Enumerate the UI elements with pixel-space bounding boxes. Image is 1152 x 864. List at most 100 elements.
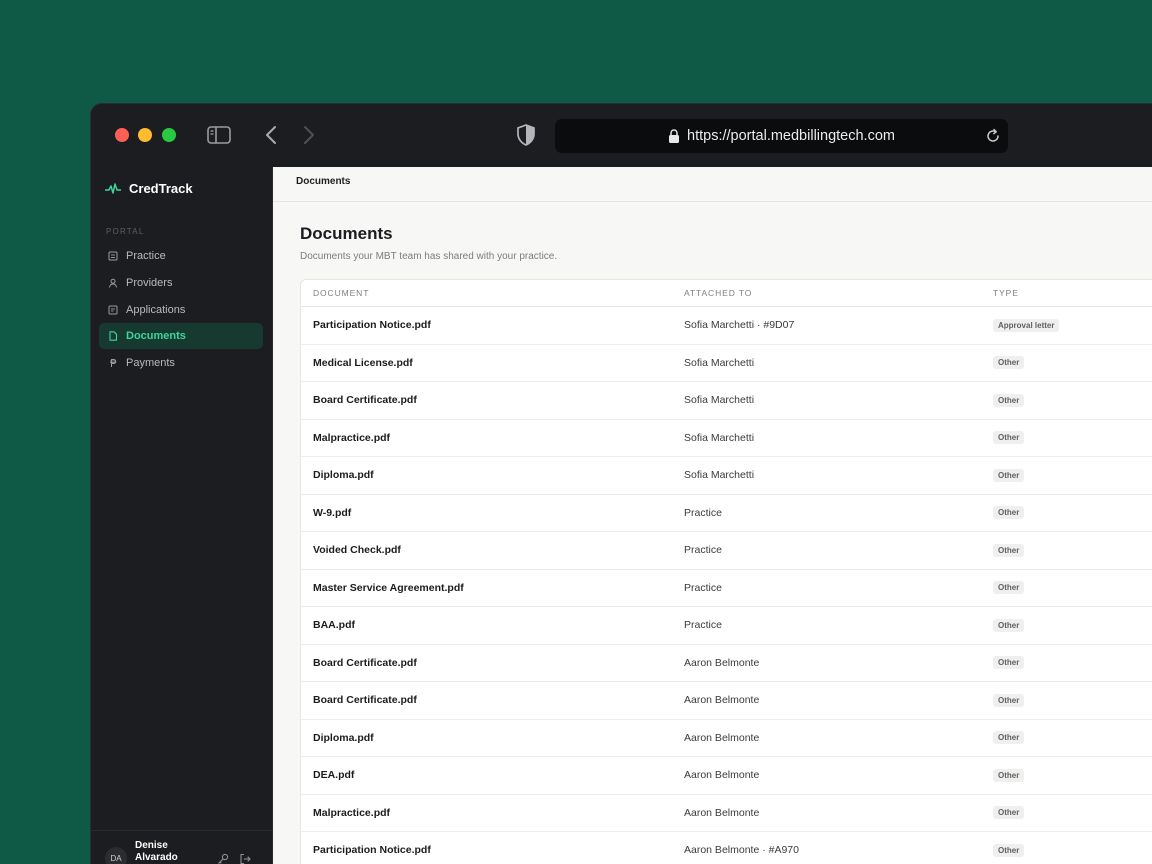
- document-name[interactable]: Medical License.pdf: [301, 357, 671, 369]
- document-name[interactable]: Board Certificate.pdf: [301, 694, 671, 706]
- type-cell: Other: [980, 468, 1152, 482]
- table-row[interactable]: Board Certificate.pdf Aaron Belmonte Other: [301, 645, 1152, 682]
- url-text: https://portal.medbillingtech.com: [687, 128, 895, 144]
- file-icon: [109, 331, 118, 342]
- attached-to: Practice: [684, 619, 722, 632]
- column-header-document[interactable]: DOCUMENT: [301, 288, 671, 298]
- document-name[interactable]: Participation Notice.pdf: [301, 844, 671, 856]
- table-row[interactable]: W-9.pdf Practice Other: [301, 495, 1152, 532]
- table-row[interactable]: Diploma.pdf Aaron Belmonte Other: [301, 720, 1152, 757]
- table-row[interactable]: Malpractice.pdf Sofia Marchetti Other: [301, 420, 1152, 457]
- type-cell: Other: [980, 393, 1152, 407]
- nav-section-label: PORTAL: [106, 227, 145, 236]
- document-name[interactable]: DEA.pdf: [301, 769, 671, 781]
- attached-to: Practice: [684, 581, 722, 594]
- type-badge: Other: [993, 768, 1025, 782]
- document-name[interactable]: BAA.pdf: [301, 619, 671, 631]
- documents-table: DOCUMENT ATTACHED TO TYPE Participation …: [300, 279, 1152, 864]
- forward-arrow-icon[interactable]: [295, 123, 321, 147]
- lock-icon: [669, 128, 680, 143]
- back-arrow-icon[interactable]: [259, 123, 285, 147]
- type-badge: Other: [993, 356, 1025, 370]
- title-bar: https://portal.medbillingtech.com: [91, 104, 1152, 167]
- document-name[interactable]: Malpractice.pdf: [301, 432, 671, 444]
- page-title: Documents: [300, 224, 393, 243]
- document-name[interactable]: Voided Check.pdf: [301, 544, 671, 556]
- table-row[interactable]: Participation Notice.pdf Sofia Marchetti …: [301, 307, 1152, 345]
- peso-icon: [110, 359, 117, 368]
- attached-to: Aaron Belmonte · #A970: [684, 844, 799, 857]
- sidebar-item-payments[interactable]: Payments: [99, 350, 263, 376]
- document-name[interactable]: Board Certificate.pdf: [301, 394, 671, 406]
- type-cell: Other: [980, 806, 1152, 820]
- type-badge: Other: [993, 431, 1025, 445]
- type-cell: Approval letter: [980, 318, 1152, 332]
- document-name[interactable]: Diploma.pdf: [301, 732, 671, 744]
- type-badge: Other: [993, 506, 1025, 520]
- attached-to: Sofia Marchetti: [684, 431, 755, 444]
- avatar: DA: [105, 847, 127, 864]
- user-profile: DA Denise Alvarado Practice admin: [91, 830, 272, 864]
- user-icon: [109, 278, 117, 288]
- close-window-button[interactable]: [115, 128, 129, 142]
- logout-icon[interactable]: [239, 853, 251, 864]
- address-bar[interactable]: https://portal.medbillingtech.com: [555, 119, 1008, 153]
- minimize-window-button[interactable]: [138, 128, 152, 142]
- type-cell: Other: [980, 731, 1152, 745]
- type-cell: Other: [980, 843, 1152, 857]
- table-header: DOCUMENT ATTACHED TO TYPE: [301, 280, 1152, 307]
- building-icon: [108, 251, 118, 261]
- document-name[interactable]: W-9.pdf: [301, 507, 671, 519]
- type-cell: Other: [980, 431, 1152, 445]
- table-row[interactable]: Diploma.pdf Sofia Marchetti Other: [301, 457, 1152, 495]
- document-name[interactable]: Diploma.pdf: [301, 469, 671, 481]
- table-row[interactable]: Board Certificate.pdf Aaron Belmonte Other: [301, 682, 1152, 720]
- type-badge: Other: [993, 581, 1025, 595]
- document-name[interactable]: Master Service Agreement.pdf: [301, 582, 671, 594]
- key-icon[interactable]: [217, 853, 229, 864]
- document-name[interactable]: Participation Notice.pdf: [301, 319, 671, 331]
- table-body: Participation Notice.pdf Sofia Marchetti …: [301, 307, 1152, 864]
- attached-to: Sofia Marchetti: [684, 469, 755, 482]
- table-row[interactable]: Board Certificate.pdf Sofia Marchetti Othe…: [301, 382, 1152, 420]
- breadcrumb-current: Documents: [296, 176, 351, 187]
- attached-to: Aaron Belmonte: [684, 806, 760, 819]
- attached-to: Aaron Belmonte: [684, 694, 760, 707]
- document-name[interactable]: Malpractice.pdf: [301, 807, 671, 819]
- type-badge: Other: [993, 693, 1025, 707]
- table-row[interactable]: DEA.pdf Aaron Belmonte Other: [301, 757, 1152, 795]
- sidebar-toggle-icon[interactable]: [206, 123, 232, 147]
- type-cell: Other: [980, 543, 1152, 557]
- table-row[interactable]: BAA.pdf Practice Other: [301, 607, 1152, 645]
- sidebar-item-label: Documents: [126, 330, 186, 343]
- reload-icon[interactable]: [984, 127, 1002, 145]
- document-name[interactable]: Board Certificate.pdf: [301, 657, 671, 669]
- sidebar-item-providers[interactable]: Providers: [99, 270, 263, 296]
- type-badge: Other: [993, 843, 1025, 857]
- table-row[interactable]: Voided Check.pdf Practice Other: [301, 532, 1152, 570]
- type-cell: Other: [980, 693, 1152, 707]
- attached-to: Sofia Marchetti: [684, 394, 755, 407]
- attached-to: Aaron Belmonte: [684, 731, 760, 744]
- column-header-type[interactable]: TYPE: [980, 288, 1152, 298]
- type-badge: Other: [993, 393, 1025, 407]
- table-row[interactable]: Malpractice.pdf Aaron Belmonte Other: [301, 795, 1152, 832]
- shield-icon[interactable]: [513, 123, 539, 147]
- type-cell: Other: [980, 768, 1152, 782]
- attached-to: Practice: [684, 506, 722, 519]
- browser-window: https://portal.medbillingtech.com CredTr…: [90, 103, 1152, 864]
- column-header-attached-to[interactable]: ATTACHED TO: [671, 288, 980, 298]
- table-row[interactable]: Participation Notice.pdf Aaron Belmonte ·…: [301, 832, 1152, 864]
- maximize-window-button[interactable]: [162, 128, 176, 142]
- attached-to: Sofia Marchetti: [684, 356, 755, 369]
- sidebar-item-documents[interactable]: Documents: [99, 323, 263, 350]
- type-cell: Other: [980, 618, 1152, 632]
- sidebar-item-applications[interactable]: Applications: [99, 297, 263, 323]
- table-row[interactable]: Medical License.pdf Sofia Marchetti Other: [301, 345, 1152, 382]
- brand-logo[interactable]: CredTrack: [105, 181, 193, 196]
- sidebar-item-label: Applications: [126, 303, 186, 316]
- type-badge: Other: [993, 618, 1025, 632]
- type-badge: Other: [993, 806, 1025, 820]
- table-row[interactable]: Master Service Agreement.pdf Practice Othe…: [301, 570, 1152, 607]
- sidebar-item-practice[interactable]: Practice: [99, 243, 263, 269]
